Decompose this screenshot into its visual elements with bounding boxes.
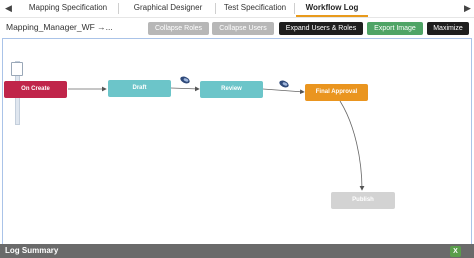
node-on-create[interactable]: On Create	[4, 81, 67, 98]
edge-final-approval-publish	[339, 100, 365, 191]
workflow-edges	[68, 76, 365, 191]
node-publish[interactable]: Publish	[331, 192, 395, 209]
edge-draft-review	[170, 86, 200, 92]
connector-handle-icon	[279, 80, 289, 88]
node-draft[interactable]: Draft	[108, 80, 171, 97]
connector-handle-icon	[180, 76, 190, 84]
log-summary-bar[interactable]: Log Summary X	[0, 244, 474, 258]
excel-export-icon[interactable]: X	[450, 246, 461, 257]
node-final-approval[interactable]: Final Approval	[305, 84, 368, 101]
node-review[interactable]: Review	[200, 81, 263, 98]
edge-review-final-approval	[262, 88, 305, 95]
log-summary-title: Log Summary	[5, 246, 59, 255]
